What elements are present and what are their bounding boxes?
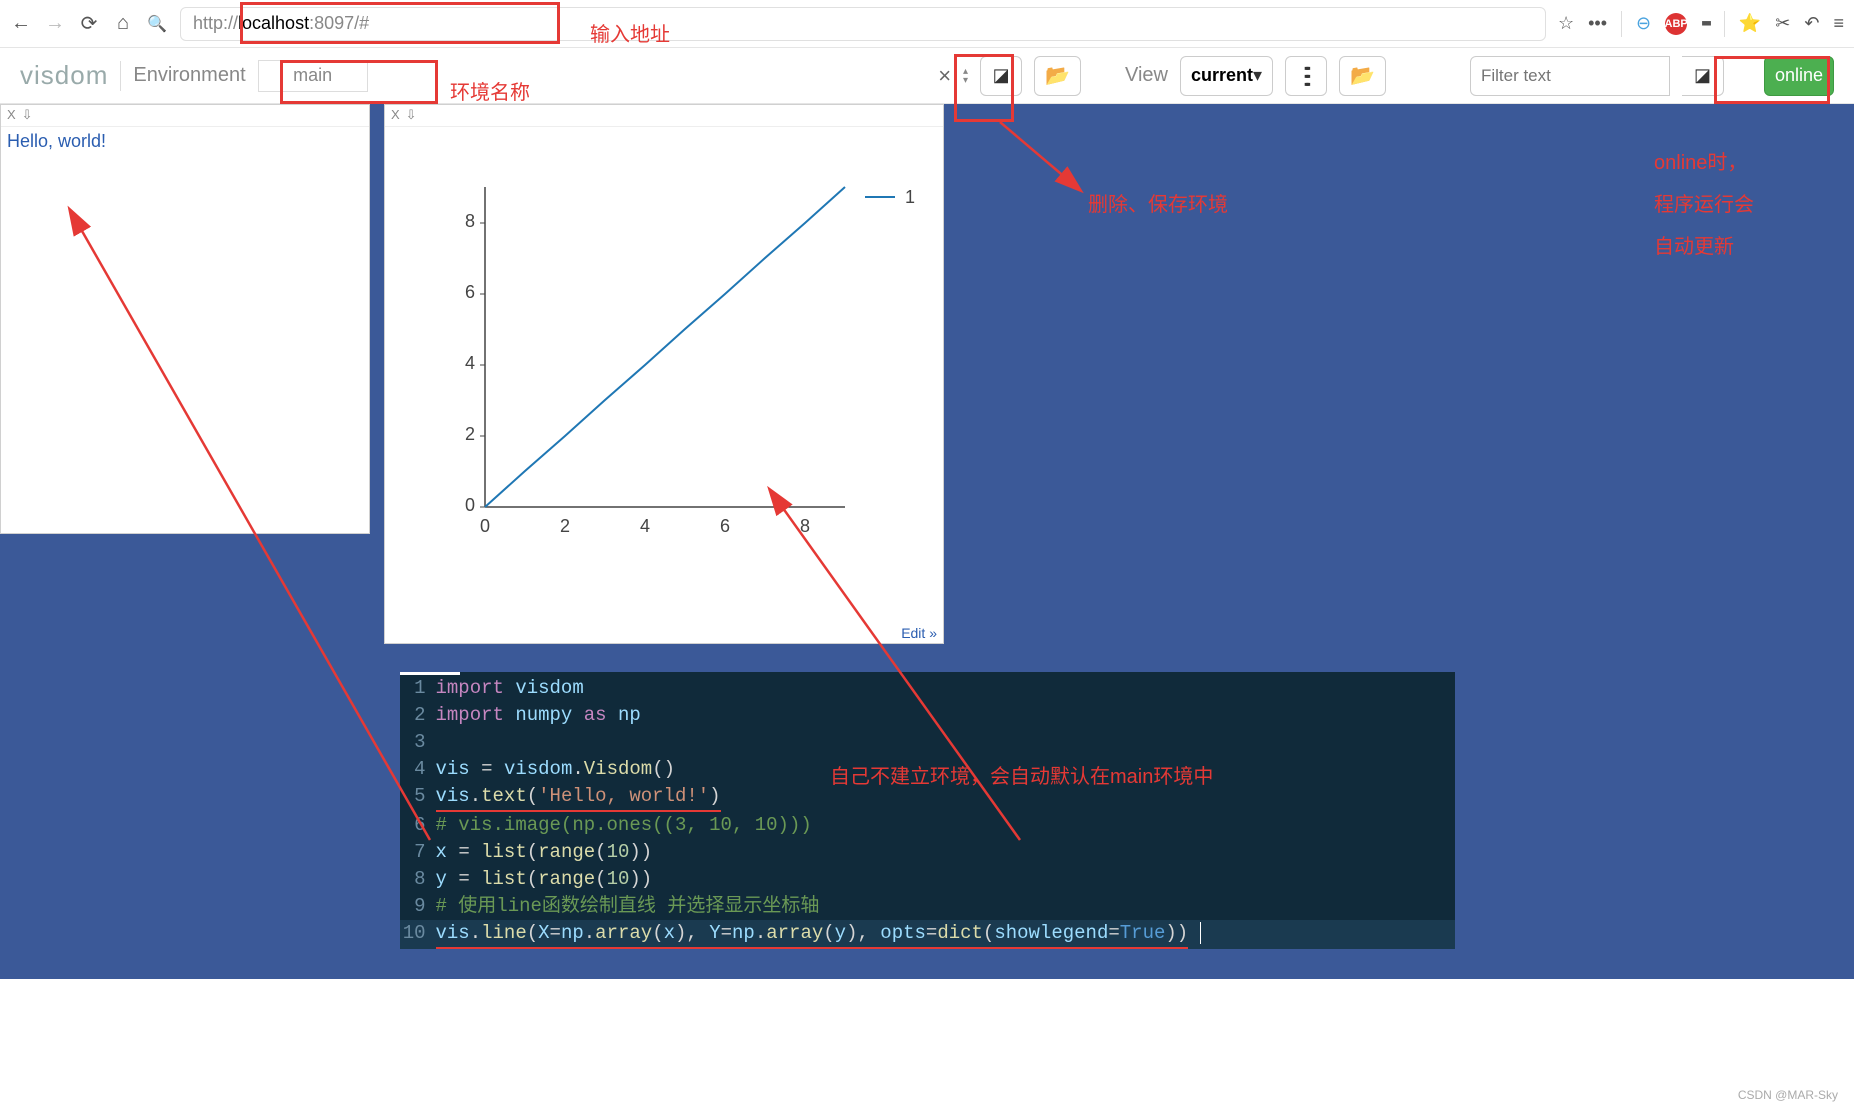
star-icon[interactable]: ☆ (1558, 13, 1574, 34)
pin-icon[interactable]: ⇩ (22, 107, 33, 124)
reload-icon[interactable]: ⟳ (78, 11, 100, 36)
divider (1621, 11, 1622, 37)
online-button[interactable]: online (1764, 56, 1834, 96)
browser-right-icons: ☆ ••• ⊖ ABP ▪▪ ⭐ ✂ ↶ ≡ (1558, 11, 1844, 37)
brand-label: visdom (20, 60, 108, 91)
undo-icon[interactable]: ↶ (1804, 13, 1819, 34)
more-icon[interactable]: ••• (1588, 13, 1607, 34)
caret-down-icon: ▾ (1253, 65, 1262, 86)
svg-text:0: 0 (465, 495, 475, 515)
folder-button-2[interactable]: 📂 (1339, 56, 1386, 96)
code-area: 1import visdom 2import numpy as np 3 4vi… (0, 672, 1854, 979)
url-protocol: http:// (193, 13, 238, 34)
back-icon[interactable]: ← (10, 12, 32, 35)
forward-icon[interactable]: → (44, 12, 66, 35)
watermark: CSDN @MAR-Sky (1738, 1088, 1838, 1102)
text-panel[interactable]: X ⇩ Hello, world! (0, 104, 370, 534)
grid-icon: ▪▪▪▪▪▪▪▪▪ (1304, 64, 1308, 88)
svg-text:0: 0 (480, 516, 490, 536)
panel-header: X ⇩ (385, 105, 943, 127)
folder-button[interactable]: 📂 (1034, 56, 1081, 96)
grid-button[interactable]: ▪▪▪▪▪▪▪▪▪ (1285, 56, 1327, 96)
eraser-button[interactable]: ◪ (980, 56, 1022, 96)
svg-text:8: 8 (465, 211, 475, 231)
visdom-toolbar: visdom Environment × ▴▾ ◪ 📂 View current… (0, 48, 1854, 104)
ext-icon-1[interactable]: ⊖ (1636, 13, 1651, 34)
ext-icon-grid[interactable]: ▪▪ (1701, 13, 1710, 34)
visdom-canvas: X ⇩ Hello, world! X ⇩ 0 2 4 6 8 (0, 104, 1854, 672)
menu-icon[interactable]: ≡ (1833, 13, 1844, 34)
url-path: :8097/# (309, 13, 369, 34)
scissors-icon[interactable]: ✂ (1775, 13, 1790, 34)
plot-edit-link[interactable]: Edit » (901, 625, 937, 641)
home-icon[interactable]: ⌂ (112, 12, 134, 35)
svg-text:8: 8 (800, 516, 810, 536)
browser-chrome: ← → ⟳ ⌂ 🔍 http://localhost:8097/# ☆ ••• … (0, 0, 1854, 48)
close-icon[interactable]: X (391, 107, 400, 124)
environment-input[interactable] (258, 60, 368, 92)
plot-panel[interactable]: X ⇩ 0 2 4 6 8 0 2 4 (384, 104, 944, 644)
code-block: 1import visdom 2import numpy as np 3 4vi… (400, 672, 1455, 949)
svg-text:1: 1 (905, 187, 915, 207)
eraser-icon: ◪ (1694, 65, 1711, 86)
svg-text:4: 4 (640, 516, 650, 536)
svg-text:6: 6 (465, 282, 475, 302)
svg-text:2: 2 (465, 424, 475, 444)
divider (1724, 11, 1725, 37)
panel-header: X ⇩ (1, 105, 369, 127)
address-bar[interactable]: http://localhost:8097/# (180, 7, 1546, 41)
view-label: View (1125, 64, 1168, 87)
env-stepper[interactable]: ▴▾ (963, 67, 968, 85)
text-panel-content: Hello, world! (1, 127, 369, 156)
url-host: localhost (238, 13, 309, 34)
bookmark-icon[interactable]: ⭐ (1739, 13, 1761, 34)
filter-input[interactable] (1470, 56, 1670, 96)
divider (120, 61, 121, 91)
view-select[interactable]: current ▾ (1180, 56, 1273, 96)
svg-text:6: 6 (720, 516, 730, 536)
clear-env-x[interactable]: × (938, 63, 951, 89)
eraser-icon: ◪ (993, 65, 1010, 86)
search-icon[interactable]: 🔍 (146, 14, 168, 34)
pin-icon[interactable]: ⇩ (406, 107, 417, 124)
line-chart: 0 2 4 6 8 0 2 4 6 8 1 (385, 127, 925, 607)
svg-text:2: 2 (560, 516, 570, 536)
svg-text:4: 4 (465, 353, 475, 373)
adblock-icon[interactable]: ABP (1665, 13, 1687, 35)
environment-label: Environment (133, 64, 245, 87)
folder-open-icon: 📂 (1045, 63, 1070, 88)
filter-eraser-button[interactable]: ◪ (1682, 56, 1724, 96)
folder-open-icon: 📂 (1350, 63, 1375, 88)
close-icon[interactable]: X (7, 107, 16, 124)
